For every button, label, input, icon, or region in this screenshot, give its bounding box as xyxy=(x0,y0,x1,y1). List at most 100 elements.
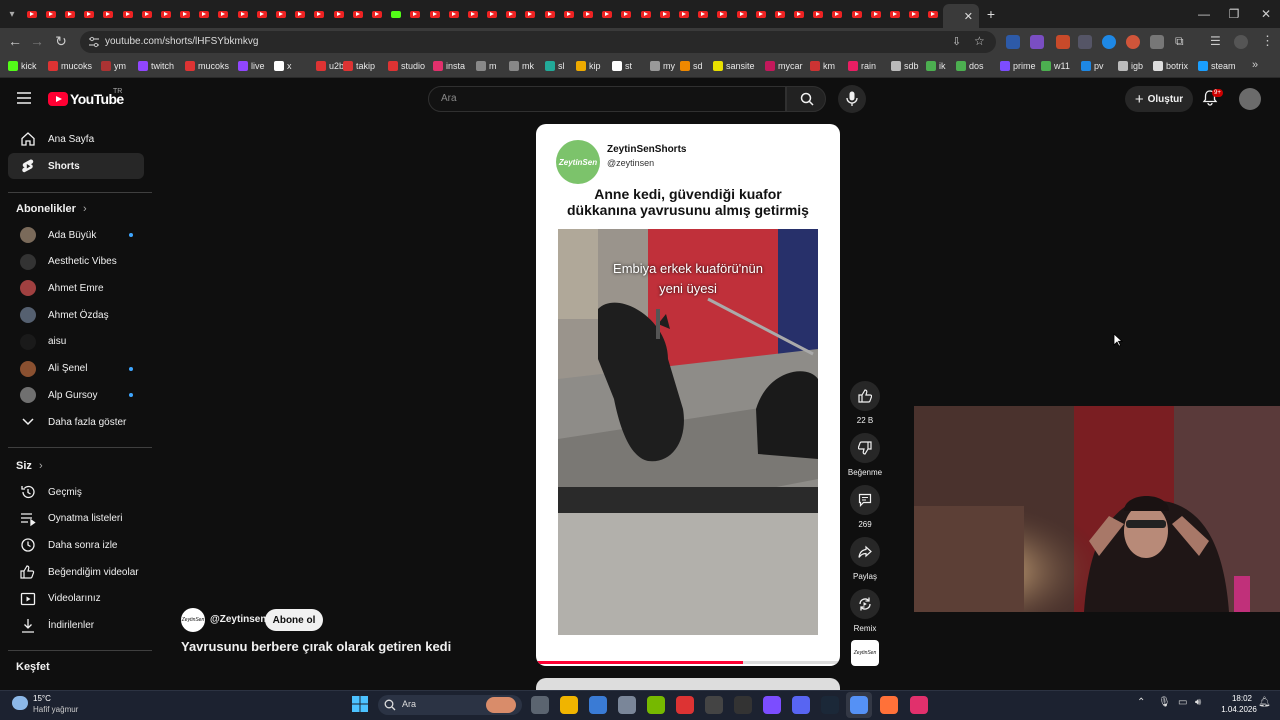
tab-favicon-icon[interactable] xyxy=(487,10,498,18)
tab-favicon-icon[interactable] xyxy=(794,10,805,18)
like-button[interactable] xyxy=(850,381,880,411)
bookmark-star-icon[interactable]: ☆ xyxy=(974,34,985,48)
site-info-icon[interactable] xyxy=(88,36,100,48)
bookmark-item[interactable]: kip xyxy=(576,61,601,71)
tab-favicon-icon[interactable] xyxy=(429,10,440,18)
extension-icon[interactable] xyxy=(1078,35,1092,49)
tray-overflow-icon[interactable]: ⌃ xyxy=(1137,697,1145,708)
video-frame[interactable]: Embiya erkek kuaförü'nün yeni üyesi xyxy=(558,229,818,635)
tab-favicon-icon[interactable] xyxy=(890,10,901,18)
tab-favicon-icon[interactable] xyxy=(506,10,517,18)
short-video-player[interactable]: ZeytinSen ZeytinSenShorts @zeytinsen Ann… xyxy=(536,124,840,666)
tab-favicon-icon[interactable] xyxy=(678,10,689,18)
sidebar-item-you[interactable]: Beğendiğim videolar xyxy=(8,559,144,585)
tab-favicon-icon[interactable] xyxy=(698,10,709,18)
weather-icon[interactable] xyxy=(12,696,28,710)
bookmark-item[interactable]: mk xyxy=(509,61,534,71)
extension-icon[interactable] xyxy=(1102,35,1116,49)
tab-favicon-icon[interactable] xyxy=(717,10,728,18)
bookmark-item[interactable]: insta xyxy=(433,61,465,71)
bookmark-item[interactable]: km xyxy=(810,61,835,71)
tab-favicon-icon[interactable] xyxy=(928,10,939,18)
subscription-item[interactable]: aisu xyxy=(8,329,144,355)
file-explorer-icon[interactable] xyxy=(531,696,549,714)
weather-desc[interactable]: Hafif yağmur xyxy=(33,705,78,714)
share-button[interactable] xyxy=(850,537,880,567)
steam-icon[interactable] xyxy=(821,696,839,714)
tab-favicon-icon[interactable] xyxy=(141,10,152,18)
tab-favicon-icon[interactable] xyxy=(736,10,747,18)
tab-favicon-icon[interactable] xyxy=(410,10,421,18)
tab-favicon-icon[interactable] xyxy=(755,10,766,18)
settings-icon[interactable] xyxy=(618,696,636,714)
bookmark-item[interactable]: m xyxy=(476,61,497,71)
show-more-button[interactable]: Daha fazla göster xyxy=(8,409,144,435)
tab-favicon-icon[interactable] xyxy=(563,10,574,18)
subscriptions-heading[interactable]: Abonelikler › xyxy=(16,203,87,215)
bookmark-item[interactable]: kick xyxy=(8,61,37,71)
tab-favicon-icon[interactable] xyxy=(467,10,478,18)
folder-icon[interactable] xyxy=(560,696,578,714)
clock-time[interactable]: 18:02 xyxy=(1222,694,1262,703)
subscription-item[interactable]: Aesthetic Vibes xyxy=(8,249,144,275)
bookmark-item[interactable]: mucoks xyxy=(48,61,92,71)
extension-icon[interactable] xyxy=(1150,35,1164,49)
weather-temp[interactable]: 15°C xyxy=(33,694,51,703)
minimize-icon[interactable]: — xyxy=(1188,0,1220,28)
subscribe-button[interactable]: Abone ol xyxy=(265,609,323,631)
tab-favicon-icon[interactable] xyxy=(621,10,632,18)
tab-close-icon[interactable]: ✕ xyxy=(964,10,973,23)
bookmark-item[interactable]: botrix xyxy=(1153,61,1188,71)
subscription-item[interactable]: Ahmet Özdaş xyxy=(8,302,144,328)
tab-favicon-icon[interactable] xyxy=(774,10,785,18)
bookmark-item[interactable]: st xyxy=(612,61,632,71)
youtube-logo-icon[interactable] xyxy=(48,92,68,106)
active-tab[interactable]: ✕ xyxy=(943,4,979,28)
discord-icon[interactable] xyxy=(792,696,810,714)
video-progress-track[interactable] xyxy=(536,661,840,664)
tab-favicon-icon[interactable] xyxy=(199,10,210,18)
you-heading[interactable]: Siz › xyxy=(16,460,43,472)
bookmark-item[interactable]: sdb xyxy=(891,61,919,71)
extensions-puzzle-icon[interactable]: ⧉ xyxy=(1175,34,1184,49)
new-tab-button[interactable]: + xyxy=(979,6,1003,22)
create-button[interactable]: + Oluştur xyxy=(1125,86,1193,112)
sidebar-item-shorts[interactable]: Shorts xyxy=(8,153,144,179)
dislike-button[interactable] xyxy=(850,433,880,463)
subscription-item[interactable]: Ahmet Emre xyxy=(8,275,144,301)
bookmark-item[interactable]: twitch xyxy=(138,61,174,71)
clock-date[interactable]: 1.04.2026 xyxy=(1214,705,1264,714)
sidebar-item-you[interactable]: Geçmiş xyxy=(8,479,144,505)
browser-menu-icon[interactable]: ⋮ xyxy=(1261,33,1274,49)
sidebar-item-you[interactable]: Videolarınız xyxy=(8,586,144,612)
tab-favicon-icon[interactable] xyxy=(26,10,37,18)
more-bookmarks-icon[interactable]: » xyxy=(1252,59,1258,71)
bookmark-item[interactable]: dos xyxy=(956,61,984,71)
tab-favicon-icon[interactable] xyxy=(64,10,75,18)
bookmark-item[interactable]: live xyxy=(238,61,265,71)
extension-icon[interactable] xyxy=(1030,35,1044,49)
bookmark-item[interactable]: sd xyxy=(680,61,703,71)
tab-favicon-icon[interactable] xyxy=(103,10,114,18)
tab-favicon-icon[interactable] xyxy=(448,10,459,18)
bookmark-item[interactable]: mycar xyxy=(765,61,803,71)
sidebar-item-you[interactable]: Oynatma listeleri xyxy=(8,506,144,532)
bookmark-item[interactable]: ik xyxy=(926,61,946,71)
subscription-item[interactable]: Ali Şenel xyxy=(8,356,144,382)
bookmark-item[interactable]: igb xyxy=(1118,61,1143,71)
forward-icon[interactable]: → xyxy=(26,31,48,51)
search-button[interactable] xyxy=(786,86,826,112)
microphone-tray-icon[interactable]: 🎙︎ xyxy=(1158,697,1171,708)
bookmark-item[interactable]: prime xyxy=(1000,61,1036,71)
tab-favicon-icon[interactable] xyxy=(602,10,613,18)
start-windows-icon[interactable] xyxy=(352,696,368,712)
reload-icon[interactable]: ↻ xyxy=(50,31,72,51)
bookmark-item[interactable]: u2b xyxy=(316,61,344,71)
bookmark-item[interactable]: studio xyxy=(388,61,425,71)
extension-icon[interactable] xyxy=(1006,35,1020,49)
epic-icon[interactable] xyxy=(734,696,752,714)
firefox-icon[interactable] xyxy=(880,696,898,714)
extension-icon[interactable] xyxy=(1126,35,1140,49)
tab-favicon-icon[interactable] xyxy=(371,10,382,18)
tab-favicon-icon[interactable] xyxy=(333,10,344,18)
